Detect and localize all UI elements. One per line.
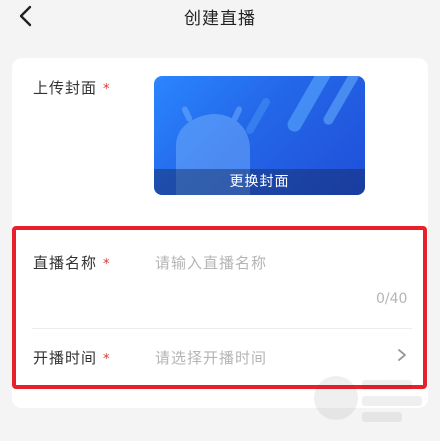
- live-name-label-text: 直播名称: [33, 254, 98, 272]
- live-name-label: 直播名称 *: [33, 252, 111, 273]
- cover-image[interactable]: 更换封面: [154, 76, 365, 195]
- header: 创建直播: [0, 0, 440, 34]
- change-cover-button[interactable]: 更换封面: [154, 169, 365, 195]
- watermark-logo: [314, 376, 422, 422]
- cover-label-text: 上传封面: [33, 79, 98, 97]
- live-name-input[interactable]: 请输入直播名称: [155, 252, 267, 273]
- required-mark: *: [103, 82, 111, 97]
- char-counter: 0/40: [376, 291, 408, 307]
- start-time-label: 开播时间 *: [33, 347, 111, 368]
- required-mark: *: [103, 352, 111, 367]
- start-time-picker[interactable]: 请选择开播时间: [155, 347, 267, 368]
- cover-label: 上传封面 *: [33, 77, 111, 98]
- page-title: 创建直播: [184, 9, 256, 29]
- divider: [32, 328, 412, 329]
- required-mark: *: [103, 257, 111, 272]
- start-time-label-text: 开播时间: [33, 349, 98, 367]
